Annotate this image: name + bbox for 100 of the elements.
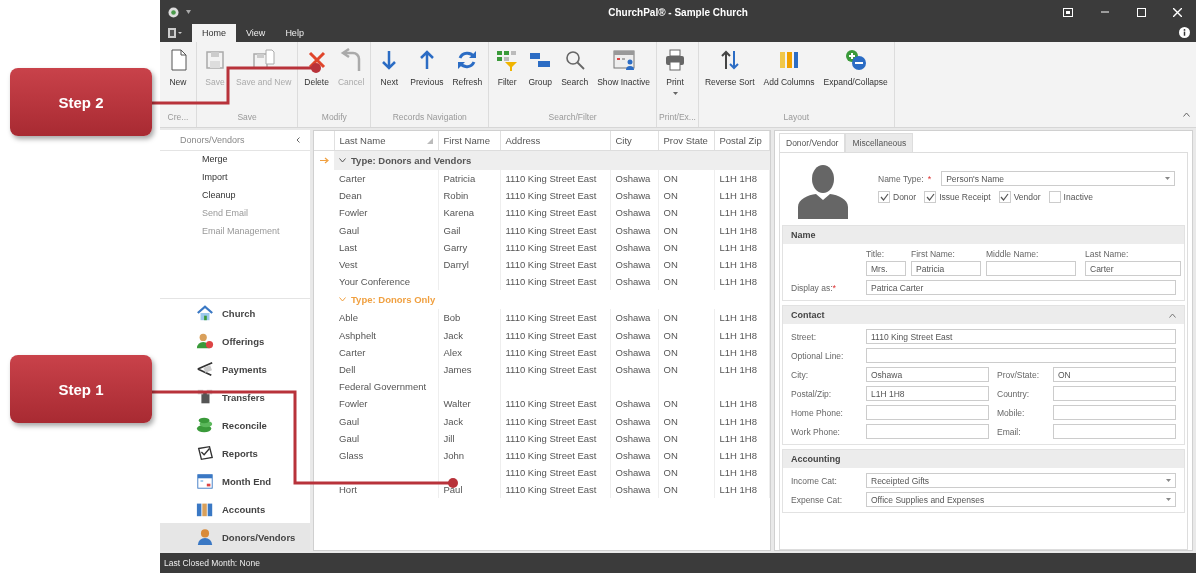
module-item[interactable]: Accounts (160, 495, 310, 523)
module-item[interactable]: Transfers (160, 383, 310, 411)
table-cell: 1110 King Street East (505, 346, 597, 358)
input-field[interactable]: L1H 1H8 (866, 386, 989, 401)
table-cell: Oshawa (615, 346, 651, 358)
module-item[interactable]: Reconcile (160, 411, 310, 439)
table-cell: L1H 1H8 (719, 467, 757, 479)
table-cell: Dell (339, 363, 356, 375)
input-field[interactable] (1053, 386, 1176, 401)
input-field[interactable]: 1110 King Street East (866, 329, 1176, 344)
window-layout-icon[interactable] (1063, 7, 1073, 17)
ribbon-button[interactable]: Group (524, 46, 557, 109)
panel-tab[interactable]: Donor/Vendor (779, 133, 846, 153)
ribbon-tab[interactable]: Home (192, 24, 236, 42)
table-cell: L1H 1H8 (719, 398, 757, 410)
field-label: Street: (791, 331, 818, 342)
dropdown-icon[interactable] (186, 10, 191, 14)
step-callout: Step 2 (10, 68, 152, 136)
table-cell: ON (663, 363, 678, 375)
table-cell: L1H 1H8 (719, 259, 757, 271)
column-header[interactable]: Prov State (658, 131, 714, 151)
ribbon-button[interactable]: Search (557, 46, 593, 109)
table-cell: Last (339, 241, 357, 253)
ribbon-button[interactable]: Previous (406, 46, 448, 109)
dropdown-field[interactable]: Receipted Gifts (866, 473, 1176, 488)
input-field[interactable] (1053, 424, 1176, 439)
person-icon (196, 528, 214, 546)
table-cell: Oshawa (615, 363, 651, 375)
table-cell: Oshawa (615, 276, 651, 288)
table-cell: Oshawa (615, 467, 651, 479)
app-menu-icon[interactable] (168, 28, 182, 38)
module-item[interactable]: Reports (160, 439, 310, 467)
ribbon-button[interactable]: Print (659, 46, 692, 109)
ribbon-button[interactable]: Show Inactive (593, 46, 655, 109)
ribbon-button[interactable]: Delete (300, 46, 333, 109)
module-item[interactable]: Month End (160, 467, 310, 495)
module-item[interactable]: Payments (160, 355, 310, 383)
table-cell: 1110 King Street East (505, 312, 597, 324)
table-cell: Oshawa (615, 312, 651, 324)
input-field[interactable]: ON (1053, 367, 1176, 382)
input-field[interactable]: Oshawa (866, 367, 989, 382)
collapse-icon[interactable] (1169, 312, 1176, 318)
column-header[interactable]: First Name (438, 131, 500, 151)
checkbox[interactable] (1048, 191, 1061, 203)
collapse-icon[interactable] (1183, 112, 1190, 117)
column-header[interactable]: City (610, 131, 658, 151)
sidebar-action[interactable]: Merge (202, 154, 228, 164)
table-cell: Oshawa (615, 259, 651, 271)
input-field[interactable]: Patricia (911, 261, 981, 276)
ribbon-button[interactable]: Refresh (448, 46, 487, 109)
table-cell: ON (663, 432, 678, 444)
ribbon-button[interactable]: Add Columns (759, 46, 819, 109)
maximize-icon[interactable] (1137, 7, 1146, 17)
input-field[interactable]: Carter (1085, 261, 1181, 276)
input-field[interactable]: Patrica Carter (866, 280, 1176, 295)
table-cell: Able (339, 312, 358, 324)
info-icon[interactable] (1179, 27, 1190, 38)
ribbon-button[interactable]: New (162, 46, 194, 109)
panel-tab[interactable]: Miscellaneous (845, 133, 914, 153)
ribbon-tab[interactable]: Help (275, 24, 314, 42)
checkbox[interactable] (998, 191, 1011, 203)
input-field[interactable] (986, 261, 1076, 276)
table-cell: L1H 1H8 (719, 415, 757, 427)
table-cell: John (443, 449, 465, 461)
dropdown-field[interactable]: Office Supplies and Expenses (866, 492, 1176, 507)
column-header[interactable]: Postal Zip (714, 131, 770, 151)
dropdown-icon (1165, 177, 1170, 180)
table-cell: L1H 1H8 (719, 190, 757, 202)
table-cell: Walter (443, 398, 471, 410)
sidebar-action[interactable]: Cleanup (202, 190, 236, 200)
ribbon-button[interactable]: Filter (491, 46, 524, 109)
input-field[interactable] (866, 424, 989, 439)
ribbon-button[interactable]: Reverse Sort (700, 46, 759, 109)
column-header[interactable]: Last Name (334, 131, 438, 151)
checkbox-label: Vendor (1013, 192, 1041, 202)
checkbox[interactable] (924, 191, 937, 203)
ribbon-button[interactable]: Next (373, 46, 406, 109)
checkbox[interactable] (878, 191, 890, 203)
close-icon[interactable] (1173, 7, 1182, 17)
input-field[interactable] (1053, 405, 1176, 420)
ribbon-tab[interactable]: View (236, 24, 276, 42)
module-item[interactable]: Church (160, 299, 310, 327)
input-field[interactable] (866, 405, 989, 420)
group-caption: Layout (782, 111, 811, 124)
field-label: Work Phone: (791, 426, 841, 437)
sidebar-action[interactable]: Import (202, 172, 228, 182)
column-header[interactable]: Address (500, 131, 610, 151)
module-item[interactable]: Donors/Vendors (160, 523, 310, 551)
field-label: Postal/Zip: (791, 388, 833, 399)
calendar-icon (196, 472, 214, 490)
name-type-dropdown[interactable]: Person's Name (941, 171, 1175, 186)
input-field[interactable]: Mrs. (866, 261, 906, 276)
ribbon-button[interactable]: Expand/Collapse (819, 46, 892, 109)
module-item[interactable]: Offerings (160, 327, 310, 355)
table-cell: ON (663, 346, 678, 358)
input-field[interactable] (866, 348, 1176, 363)
chevron-down-icon[interactable] (339, 158, 346, 163)
pen-icon (196, 360, 214, 378)
table-cell: Gaul (339, 415, 360, 427)
chevron-left-icon[interactable] (296, 137, 300, 143)
